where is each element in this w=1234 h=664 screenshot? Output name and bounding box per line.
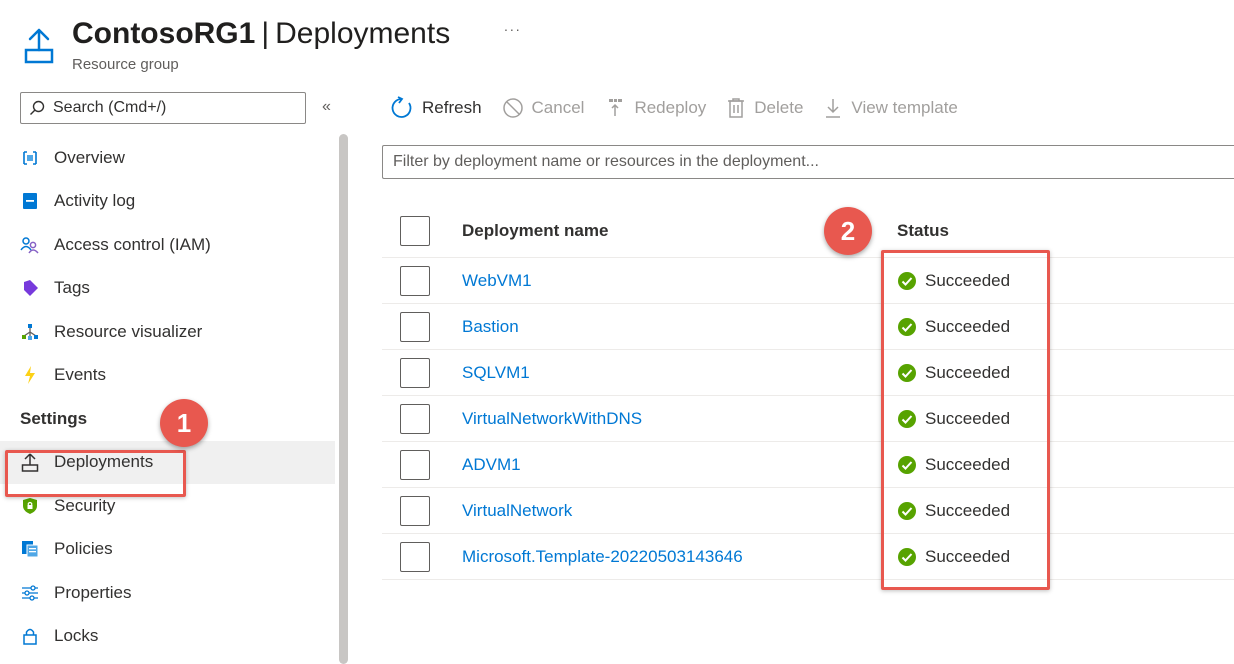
lock-icon — [20, 626, 40, 646]
collapse-sidebar-button[interactable]: « — [322, 98, 331, 116]
table-row[interactable]: Bastion Succeeded — [382, 304, 1234, 350]
command-bar: Refresh Cancel Redeploy Delete View temp… — [390, 94, 978, 122]
sidebar-item-label: Overview — [54, 147, 125, 167]
deployment-link[interactable]: ADVM1 — [462, 455, 521, 475]
sidebar-scrollbar[interactable] — [339, 134, 348, 664]
sidebar-item-activity-log[interactable]: Activity log — [0, 180, 335, 224]
redeploy-label: Redeploy — [634, 98, 707, 117]
row-checkbox[interactable] — [400, 403, 430, 434]
row-checkbox[interactable] — [400, 265, 430, 296]
select-all-checkbox[interactable] — [400, 215, 430, 246]
table-row[interactable]: WebVM1 Succeeded — [382, 258, 1234, 304]
tag-icon — [20, 278, 40, 298]
row-checkbox[interactable] — [400, 357, 430, 388]
sidebar-item-locks[interactable]: Locks — [0, 615, 335, 659]
resource-name: ContosoRG1 — [72, 17, 256, 50]
deployment-link[interactable]: VirtualNetworkWithDNS — [462, 409, 642, 429]
row-checkbox[interactable] — [400, 311, 430, 342]
sidebar-nav: Overview Activity log Access control (IA… — [0, 136, 335, 658]
annotation-badge-1: 1 — [160, 399, 208, 447]
table-row[interactable]: VirtualNetworkWithDNS Succeeded — [382, 396, 1234, 442]
sidebar-item-events[interactable]: Events — [0, 354, 335, 398]
table-header: Deployment name Status — [382, 204, 1234, 258]
table-row[interactable]: VirtualNetwork Succeeded — [382, 488, 1234, 534]
sidebar-item-access-control[interactable]: Access control (IAM) — [0, 223, 335, 267]
sidebar-item-resource-visualizer[interactable]: Resource visualizer — [0, 310, 335, 354]
page-header: ContosoRG1 | Deployments Resource group ..… — [20, 8, 1220, 78]
page-title: ContosoRG1 | Deployments — [72, 14, 450, 54]
filter-input[interactable]: Filter by deployment name or resources i… — [382, 145, 1234, 179]
activity-log-icon — [20, 191, 40, 211]
more-options-button[interactable]: ... — [504, 18, 522, 34]
delete-label: Delete — [754, 98, 804, 117]
refresh-icon — [391, 96, 412, 118]
row-checkbox[interactable] — [400, 541, 430, 572]
sidebar-item-label: Locks — [54, 626, 99, 646]
title-block: ContosoRG1 | Deployments Resource group — [72, 14, 450, 73]
deployment-link[interactable]: Bastion — [462, 317, 519, 337]
deployment-link[interactable]: VirtualNetwork — [462, 501, 572, 521]
delete-button[interactable]: Delete — [726, 97, 803, 119]
search-icon — [30, 100, 45, 115]
filter-placeholder: Filter by deployment name or resources i… — [393, 153, 819, 170]
sidebar-item-label: Resource visualizer — [54, 321, 203, 341]
people-icon — [20, 235, 40, 255]
cancel-icon — [502, 98, 523, 118]
row-checkbox[interactable] — [400, 495, 430, 526]
column-header-deployment-name[interactable]: Deployment name — [462, 221, 608, 241]
sliders-icon — [20, 583, 40, 603]
trash-icon — [728, 98, 745, 118]
sidebar-item-label: Activity log — [54, 191, 136, 211]
sidebar: Search (Cmd+/) « Overview Activity log A… — [0, 90, 335, 664]
visualizer-icon — [20, 322, 40, 342]
sidebar-item-properties[interactable]: Properties — [0, 571, 335, 615]
deployment-link[interactable]: Microsoft.Template-20220503143646 — [462, 547, 743, 567]
sidebar-item-label: Policies — [54, 539, 113, 559]
column-header-status[interactable]: Status — [897, 221, 949, 241]
redeploy-icon — [609, 99, 623, 116]
shield-icon — [20, 496, 40, 516]
table-row[interactable]: ADVM1 Succeeded — [382, 442, 1234, 488]
blade-name: Deployments — [275, 17, 451, 50]
sidebar-item-label: Properties — [54, 582, 132, 602]
sidebar-item-label: Security — [54, 495, 116, 515]
overview-icon — [20, 148, 40, 168]
download-icon — [826, 99, 841, 118]
policy-icon — [20, 539, 40, 559]
deployment-link[interactable]: WebVM1 — [462, 271, 532, 291]
sidebar-item-label: Access control (IAM) — [54, 234, 211, 254]
deployment-link[interactable]: SQLVM1 — [462, 363, 530, 383]
annotation-badge-2: 2 — [824, 207, 872, 255]
redeploy-button[interactable]: Redeploy — [604, 97, 706, 119]
sidebar-item-policies[interactable]: Policies — [0, 528, 335, 572]
cancel-button[interactable]: Cancel — [502, 97, 585, 119]
refresh-button[interactable]: Refresh — [390, 96, 482, 120]
search-input[interactable]: Search (Cmd+/) — [20, 92, 306, 124]
view-template-label: View template — [851, 98, 958, 117]
lightning-icon — [20, 365, 40, 385]
table-row[interactable]: SQLVM1 Succeeded — [382, 350, 1234, 396]
deploy-icon — [24, 28, 54, 64]
row-checkbox[interactable] — [400, 449, 430, 480]
search-placeholder: Search (Cmd+/) — [53, 99, 167, 116]
title-separator: | — [261, 17, 270, 50]
sidebar-item-tags[interactable]: Tags — [0, 267, 335, 311]
sidebar-item-label: Tags — [54, 278, 90, 298]
page-subtitle: Resource group — [72, 56, 179, 73]
cancel-label: Cancel — [531, 98, 585, 117]
table-row[interactable]: Microsoft.Template-20220503143646 Succee… — [382, 534, 1234, 580]
sidebar-item-overview[interactable]: Overview — [0, 136, 335, 180]
sidebar-item-label: Events — [54, 365, 106, 385]
highlight-box-status — [881, 250, 1050, 590]
highlight-box-deployments — [5, 450, 186, 497]
deployments-table: Deployment name Status WebVM1 Succeeded … — [382, 204, 1234, 580]
refresh-label: Refresh — [422, 98, 482, 117]
view-template-button[interactable]: View template — [823, 97, 958, 119]
